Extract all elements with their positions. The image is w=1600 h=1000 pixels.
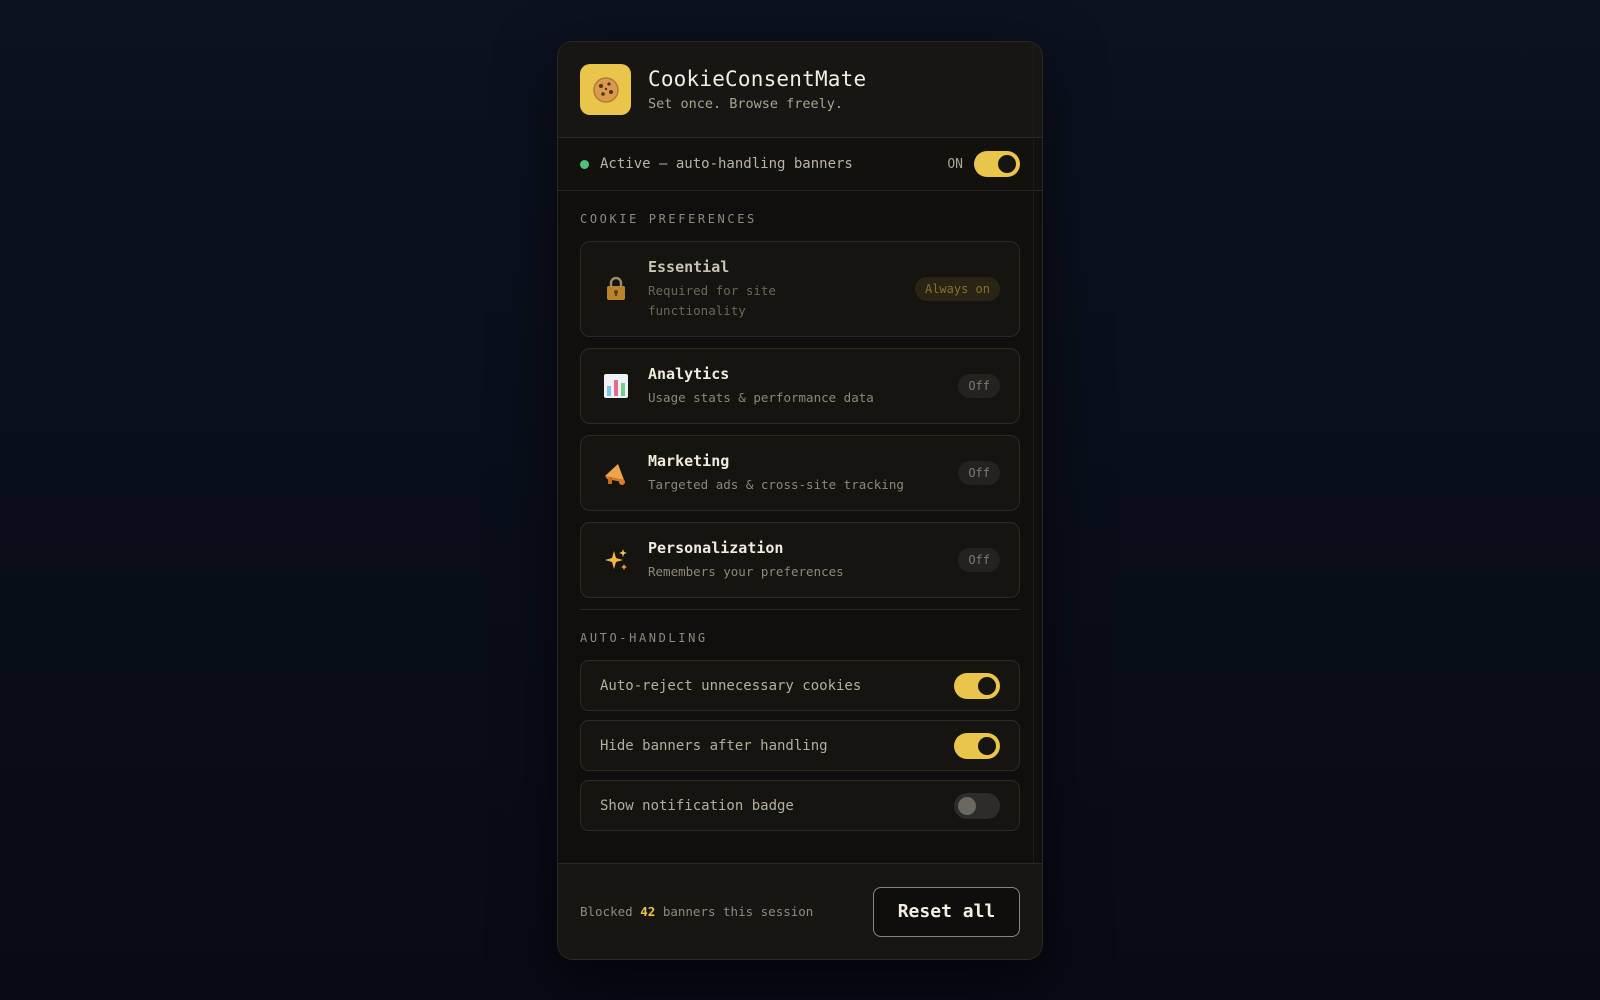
master-toggle-label: ON xyxy=(947,156,963,172)
pref-desc-analytics: Usage stats & performance data xyxy=(648,389,874,405)
hide-banners-label: Hide banners after handling xyxy=(600,737,828,754)
app-name: CookieConsentMate xyxy=(648,67,867,91)
pref-name-marketing: Marketing xyxy=(648,451,730,470)
blocked-summary: Blocked 42 banners this session xyxy=(580,904,873,919)
status-bar: Active — auto-handling banners ON xyxy=(558,138,1042,191)
marketing-off-toggle[interactable]: Off xyxy=(958,461,1000,485)
sparkles-icon xyxy=(601,545,631,575)
pref-desc-personalization: Remembers your preferences xyxy=(648,563,844,579)
pref-card-personalization[interactable]: Personalization Remembers your preferenc… xyxy=(580,522,1020,598)
blocked-count: 42 xyxy=(640,904,656,919)
popup-header: CookieConsentMate Set once. Browse freel… xyxy=(558,42,1042,138)
auto-reject-label: Auto-reject unnecessary cookies xyxy=(600,677,862,694)
notification-badge-row: Show notification badge xyxy=(580,780,1020,831)
app-tagline: Set once. Browse freely. xyxy=(648,96,844,112)
status-dot xyxy=(580,159,589,169)
cookie-icon xyxy=(580,64,631,115)
pref-desc-line1: Required for site xyxy=(648,282,776,298)
lock-icon xyxy=(601,274,631,304)
pref-desc-essential: Required for site functionality xyxy=(648,281,915,321)
toggle-knob xyxy=(958,796,976,815)
pref-card-marketing[interactable]: Marketing Targeted ads & cross-site trac… xyxy=(580,435,1020,511)
pref-name-personalization: Personalization xyxy=(648,538,784,557)
blocked-prefix: Blocked xyxy=(580,904,633,919)
pref-card-analytics[interactable]: Analytics Usage stats & performance data… xyxy=(580,348,1020,424)
notification-badge-label: Show notification badge xyxy=(600,797,794,814)
blocked-suffix: banners this session xyxy=(662,904,814,919)
personalization-off-toggle[interactable]: Off xyxy=(958,548,1000,572)
master-toggle[interactable] xyxy=(974,151,1020,177)
toggle-knob xyxy=(998,155,1016,173)
section-title-preferences: COOKIE PREFERENCES xyxy=(580,212,757,226)
hide-banners-toggle[interactable] xyxy=(954,732,1000,759)
always-on-badge: Always on xyxy=(914,277,1000,301)
section-title-auto-handling: AUTO-HANDLING xyxy=(580,631,708,645)
pref-card-essential: Essential Required for site functionalit… xyxy=(580,241,1020,337)
cookie-preferences-section: COOKIE PREFERENCES Essential Required fo… xyxy=(558,191,1042,610)
scrollbar[interactable] xyxy=(1033,42,1034,959)
auto-reject-toggle[interactable] xyxy=(954,672,1000,699)
auto-handling-section: AUTO-HANDLING Auto-reject unnecessary co… xyxy=(558,610,1042,831)
auto-reject-row: Auto-reject unnecessary cookies xyxy=(580,660,1020,711)
pref-desc-line2: functionality xyxy=(648,302,746,318)
status-text: Active — auto-handling banners xyxy=(600,156,853,172)
toggle-knob xyxy=(978,736,996,755)
analytics-off-toggle[interactable]: Off xyxy=(958,374,1000,398)
extension-popup: CookieConsentMate Set once. Browse freel… xyxy=(557,41,1043,960)
bar-chart-icon xyxy=(601,371,631,401)
notification-badge-toggle[interactable] xyxy=(954,792,1000,819)
pref-name-essential: Essential xyxy=(648,257,730,276)
pref-name-analytics: Analytics xyxy=(648,364,730,383)
toggle-knob xyxy=(978,676,996,695)
popup-footer: Blocked 42 banners this session Reset al… xyxy=(558,863,1042,959)
reset-all-button[interactable]: Reset all xyxy=(873,886,1020,937)
pref-desc-marketing: Targeted ads & cross-site tracking xyxy=(648,476,904,492)
megaphone-icon xyxy=(601,458,631,488)
hide-banners-row: Hide banners after handling xyxy=(580,720,1020,771)
